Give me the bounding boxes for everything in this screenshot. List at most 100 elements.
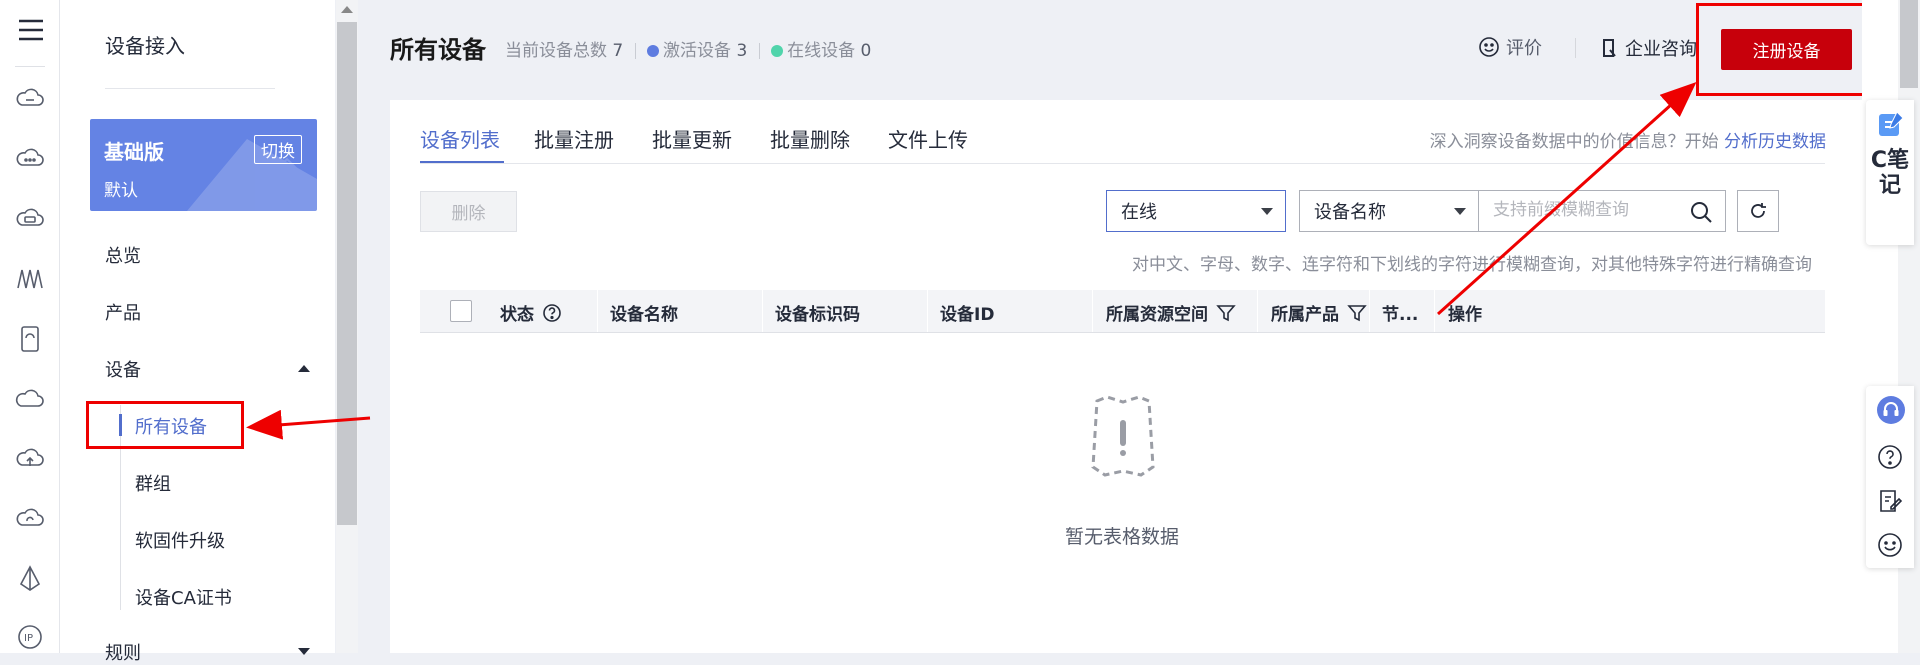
search-input[interactable] <box>1493 200 1688 220</box>
smile-icon[interactable] <box>1877 532 1903 558</box>
annotation-box-all-devices <box>86 401 244 449</box>
cloud-refresh-icon[interactable] <box>15 504 45 534</box>
col-device-name: 设备名称 <box>610 305 678 325</box>
filter-icon[interactable] <box>1347 303 1367 323</box>
refresh-button[interactable] <box>1737 190 1779 232</box>
col-product: 所属产品 <box>1271 300 1367 325</box>
annotation-box-register <box>1696 3 1885 96</box>
nav-sub-ca-certificate[interactable]: 设备CA证书 <box>135 584 232 610</box>
empty-data-text: 暂无表格数据 <box>1064 526 1179 548</box>
device-list-card: 设备列表 批量注册 批量更新 批量删除 文件上传 深入洞察设备数据中的价值信息？… <box>390 100 1862 653</box>
col-device-identifier: 设备标识码 <box>775 305 860 325</box>
insight-label: 深入洞察设备数据中的价值信息？开始 <box>1429 132 1719 152</box>
help-icon[interactable] <box>542 303 562 323</box>
tab-active-underline <box>420 161 504 163</box>
cloud-upload-icon[interactable] <box>15 444 45 474</box>
analyze-history-link[interactable]: 分析历史数据 <box>1724 132 1826 152</box>
nav-sub-firmware-upgrade[interactable]: 软固件升级 <box>135 527 225 553</box>
consult-doc-icon <box>1601 38 1619 58</box>
col-divider <box>762 290 763 332</box>
scrollbar-thumb[interactable] <box>337 22 357 525</box>
edition-pattern <box>187 139 317 211</box>
search-icon[interactable] <box>1689 200 1713 224</box>
chevron-up-icon[interactable] <box>298 365 310 372</box>
icon-rail: IP <box>0 0 60 653</box>
col-divider <box>927 290 928 332</box>
table-header: 状态 设备名称 设备标识码 设备ID 所属资源空间 所属产品 节... 操作 <box>420 290 1825 333</box>
refresh-icon <box>1748 201 1768 221</box>
active-count: 3 <box>736 41 748 61</box>
tab-batch-update[interactable]: 批量更新 <box>652 124 732 153</box>
tab-batch-delete[interactable]: 批量删除 <box>770 124 850 153</box>
select-all-checkbox[interactable] <box>450 300 472 322</box>
tabs-divider <box>420 163 1825 164</box>
col-node: 节... <box>1382 305 1419 325</box>
menu-icon[interactable] <box>18 17 44 43</box>
notes-widget[interactable]: C笔记 <box>1866 100 1914 245</box>
total-count: 7 <box>612 41 624 61</box>
col-actions: 操作 <box>1448 305 1482 325</box>
col-resource-space-label: 所属资源空间 <box>1106 305 1208 325</box>
status-select-value: 在线 <box>1121 202 1157 223</box>
tab-file-upload[interactable]: 文件上传 <box>888 124 968 153</box>
search-box[interactable] <box>1478 190 1726 232</box>
rail-divider <box>15 66 45 67</box>
delete-button[interactable]: 删除 <box>420 191 517 232</box>
feedback-icon[interactable] <box>1877 488 1903 514</box>
nav-title: 设备接入 <box>105 34 185 58</box>
nav-item-device[interactable]: 设备 <box>105 356 141 382</box>
active-label: 激活设备 <box>663 41 732 61</box>
col-divider <box>597 290 598 332</box>
col-product-label: 所属产品 <box>1271 305 1339 325</box>
col-status: 状态 <box>500 300 562 325</box>
edition-switch-button[interactable]: 切换 <box>254 135 302 164</box>
ip-icon[interactable]: IP <box>15 622 45 652</box>
smile-icon <box>1478 36 1500 58</box>
headset-icon[interactable] <box>1877 396 1905 424</box>
tab-batch-register[interactable]: 批量注册 <box>534 124 614 153</box>
chevron-down-icon <box>1261 208 1273 215</box>
notes-icon <box>1879 111 1904 136</box>
wave-icon[interactable] <box>15 264 45 294</box>
total-label: 当前设备总数 <box>505 41 607 61</box>
stats-divider <box>634 43 636 59</box>
field-select[interactable]: 设备名称 <box>1299 190 1479 232</box>
device-frame-icon[interactable] <box>15 324 45 354</box>
nav-item-product[interactable]: 产品 <box>105 299 141 325</box>
insight-text: 深入洞察设备数据中的价值信息？开始 分析历史数据 <box>1430 127 1826 152</box>
cloud-box-icon[interactable] <box>15 204 45 234</box>
col-device-id: 设备ID <box>940 305 995 325</box>
nav-divider <box>105 88 275 89</box>
nav-item-overview[interactable]: 总览 <box>105 242 141 268</box>
side-nav: 设备接入 基础版 切换 默认 总览 产品 设备 所有设备 群组 软固件升级 设备… <box>60 0 335 664</box>
online-count: 0 <box>860 41 872 61</box>
nav-sub-groups[interactable]: 群组 <box>135 470 171 496</box>
rate-label: 评价 <box>1506 38 1542 59</box>
status-select[interactable]: 在线 <box>1106 190 1286 232</box>
cloud-outline-icon[interactable] <box>15 384 45 414</box>
page-scrollbar-thumb[interactable] <box>1900 0 1918 88</box>
nav-item-rules[interactable]: 规则 <box>105 639 141 665</box>
col-divider <box>1092 290 1093 332</box>
header-divider <box>1575 38 1576 58</box>
consult-label: 企业咨询 <box>1625 39 1697 60</box>
scroll-up-arrow-icon[interactable] <box>341 6 353 13</box>
chevron-down-icon[interactable] <box>298 648 310 655</box>
help-icon[interactable] <box>1877 444 1903 470</box>
cloud-dots-icon[interactable] <box>15 144 45 174</box>
stats-divider <box>758 43 760 59</box>
edition-card: 基础版 切换 默认 <box>90 119 317 211</box>
filter-icon[interactable] <box>1216 303 1236 323</box>
consult-button[interactable]: 企业咨询 <box>1601 35 1697 61</box>
sail-icon[interactable] <box>15 564 45 594</box>
sidenav-scrollbar[interactable] <box>336 0 358 653</box>
device-stats: 当前设备总数 7 激活设备 3 在线设备 0 <box>505 36 871 61</box>
online-label: 在线设备 <box>787 41 856 61</box>
rate-button[interactable]: 评价 <box>1478 34 1542 60</box>
cloud-chat-icon[interactable] <box>15 84 45 114</box>
col-divider <box>1257 290 1258 332</box>
tab-device-list[interactable]: 设备列表 <box>420 124 500 153</box>
chevron-down-icon <box>1454 208 1466 215</box>
col-divider <box>1434 290 1435 332</box>
empty-data-icon <box>1087 393 1159 481</box>
